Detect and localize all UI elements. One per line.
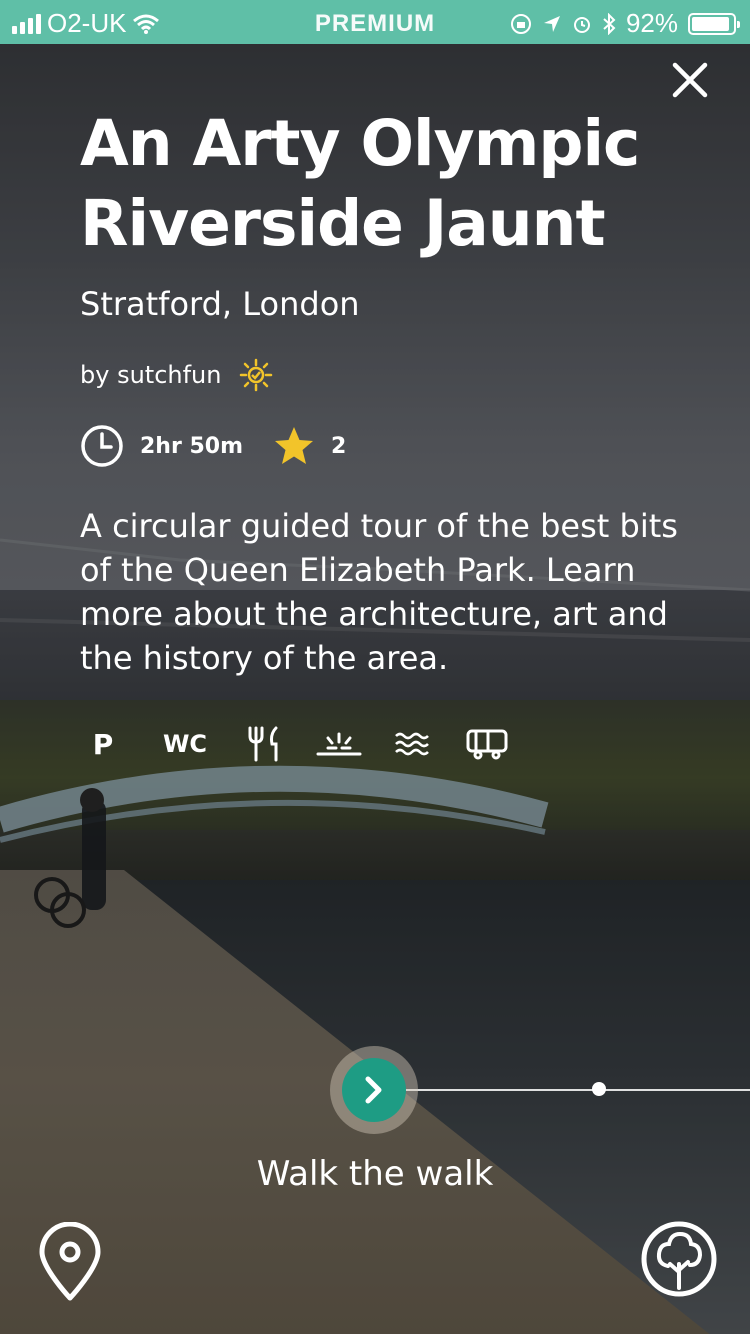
close-icon xyxy=(672,62,708,98)
walk-meta: 2hr 50m 2 xyxy=(80,424,346,468)
sun-badge-icon xyxy=(240,358,273,392)
clock-icon xyxy=(81,425,123,467)
author-row: by sutchfun xyxy=(80,358,273,392)
bluetooth-icon xyxy=(603,12,616,35)
status-bar: O2-UK PREMIUM 92% xyxy=(0,0,750,44)
walk-title: An Arty Olympic Riverside Jaunt xyxy=(80,104,700,264)
public-transport-icon xyxy=(466,722,508,766)
walk-location: Stratford, London xyxy=(80,285,360,323)
location-arrow-icon xyxy=(543,15,560,32)
slider-track xyxy=(400,1089,750,1091)
star-icon xyxy=(275,427,314,464)
status-right: 92% xyxy=(510,8,740,39)
author-name[interactable]: by sutchfun xyxy=(80,361,221,389)
parking-icon: P xyxy=(92,727,114,761)
tree-icon xyxy=(641,1221,717,1297)
walk-description: A circular guided tour of the best bits … xyxy=(80,507,678,677)
map-pin-icon xyxy=(39,1221,101,1301)
close-button[interactable] xyxy=(668,58,712,102)
start-walk-button[interactable] xyxy=(330,1046,418,1134)
slider-dot xyxy=(592,1082,606,1096)
map-button[interactable] xyxy=(38,1221,102,1302)
start-walk-button-inner xyxy=(342,1058,406,1122)
duration-text: 2hr 50m xyxy=(140,433,244,459)
views-icon xyxy=(316,722,362,766)
toilets-icon: WC xyxy=(162,730,208,758)
orientation-lock-icon xyxy=(510,13,531,34)
duration: 2hr 50m xyxy=(80,424,243,468)
battery-percent: 92% xyxy=(625,8,678,38)
food-drink-icon xyxy=(244,722,288,766)
water-icon xyxy=(392,722,432,766)
amenities-row: P WC xyxy=(86,722,508,766)
walk-title-line: An Arty Olympic xyxy=(80,107,640,180)
walk-title-line: Riverside Jaunt xyxy=(80,187,606,260)
walk-slider[interactable] xyxy=(330,1046,750,1134)
chevron-right-icon xyxy=(365,1076,382,1104)
tree-button[interactable] xyxy=(640,1220,718,1298)
rating-count: 2 xyxy=(331,433,347,459)
alarm-icon xyxy=(573,16,590,33)
rating: 2 xyxy=(273,425,346,467)
battery-icon xyxy=(688,12,740,35)
walk-the-walk-label: Walk the walk xyxy=(256,1154,494,1194)
